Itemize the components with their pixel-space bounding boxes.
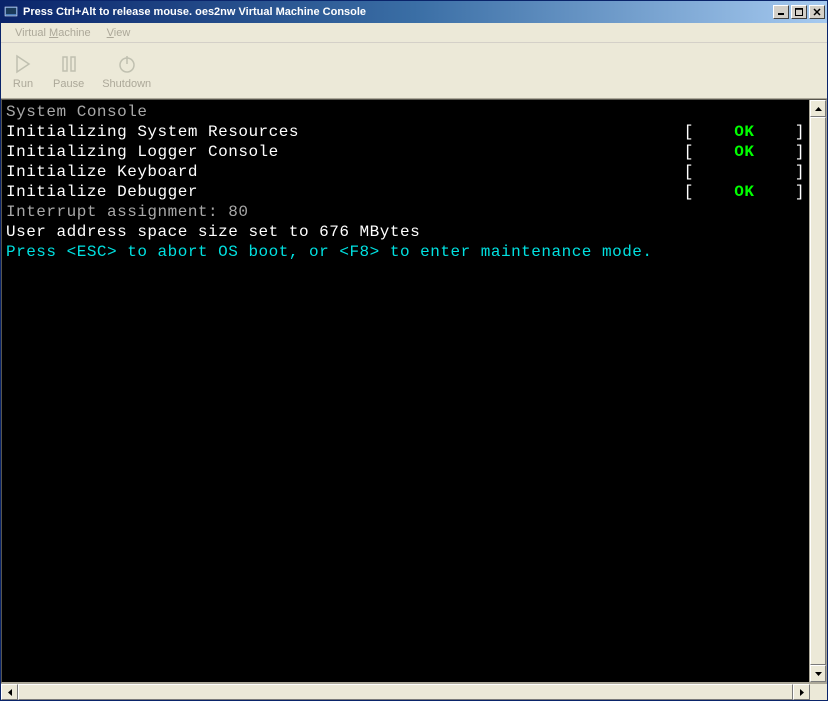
- power-icon: [115, 52, 139, 76]
- titlebar-text: Press Ctrl+Alt to release mouse. oes2nw …: [23, 6, 771, 18]
- console-line: Initialize Keyboard[ ]: [6, 162, 805, 182]
- scroll-down-button[interactable]: [810, 665, 826, 682]
- menu-virtual-machine[interactable]: Virtual Machine: [7, 25, 99, 41]
- vertical-scrollbar[interactable]: [809, 100, 826, 682]
- pause-icon: [57, 52, 81, 76]
- menu-view[interactable]: View: [99, 25, 139, 41]
- close-button[interactable]: [809, 5, 825, 19]
- scrollbar-corner: [810, 684, 827, 700]
- vm-console-window: Press Ctrl+Alt to release mouse. oes2nw …: [0, 0, 828, 701]
- scroll-up-button[interactable]: [810, 100, 826, 117]
- run-label: Run: [13, 78, 33, 90]
- pause-label: Pause: [53, 78, 84, 90]
- maximize-button[interactable]: [791, 5, 807, 19]
- console-output[interactable]: System Console Initializing System Resou…: [2, 100, 809, 682]
- hscroll-track[interactable]: [18, 684, 793, 700]
- console-line: Initializing System Resources[ OK ]: [6, 122, 805, 142]
- console-prompt: Press <ESC> to abort OS boot, or <F8> to…: [6, 243, 653, 261]
- toolbar: Run Pause Shutdown: [1, 43, 827, 99]
- menubar: Virtual Machine View: [1, 23, 827, 43]
- window-controls: [771, 5, 825, 19]
- horizontal-scrollbar[interactable]: [1, 683, 827, 700]
- console-userspace: User address space size set to 676 MByte…: [6, 223, 420, 241]
- vscroll-track[interactable]: [810, 117, 826, 665]
- app-icon: [3, 4, 19, 20]
- minimize-button[interactable]: [773, 5, 789, 19]
- scroll-left-button[interactable]: [1, 684, 18, 700]
- play-icon: [11, 52, 35, 76]
- hscroll-thumb[interactable]: [18, 684, 793, 700]
- console-viewport: System Console Initializing System Resou…: [1, 99, 827, 683]
- console-line: Initializing Logger Console[ OK ]: [6, 142, 805, 162]
- run-button[interactable]: Run: [11, 52, 35, 90]
- pause-button[interactable]: Pause: [53, 52, 84, 90]
- vscroll-thumb[interactable]: [810, 117, 826, 665]
- shutdown-button[interactable]: Shutdown: [102, 52, 151, 90]
- scroll-right-button[interactable]: [793, 684, 810, 700]
- console-interrupt: Interrupt assignment: 80: [6, 203, 248, 221]
- console-line: Initialize Debugger[ OK ]: [6, 182, 805, 202]
- console-header: System Console: [6, 103, 147, 121]
- shutdown-label: Shutdown: [102, 78, 151, 90]
- titlebar[interactable]: Press Ctrl+Alt to release mouse. oes2nw …: [1, 1, 827, 23]
